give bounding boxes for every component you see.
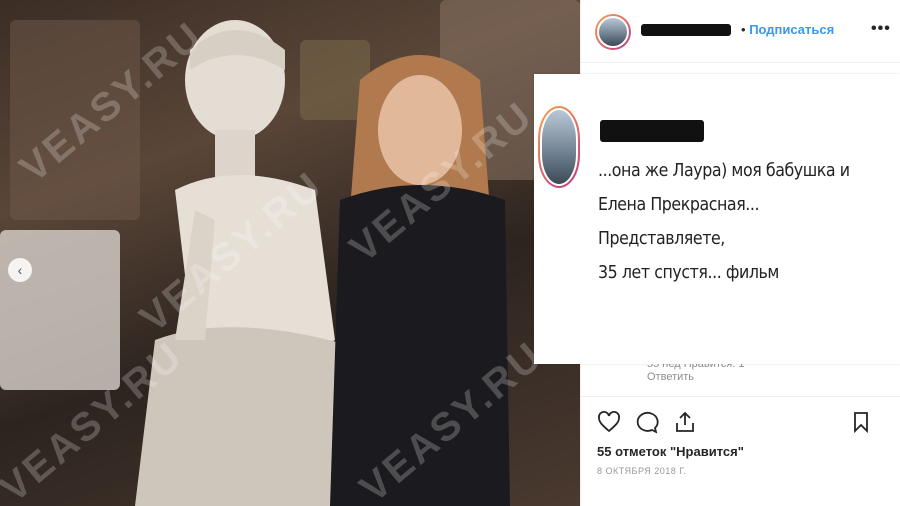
follow-button[interactable]: • Подписаться	[741, 22, 834, 37]
heart-icon[interactable]	[595, 408, 623, 436]
separator-dot: •	[741, 22, 746, 37]
likes-count[interactable]: 55 отметок "Нравится"	[597, 444, 744, 459]
comment-icon[interactable]	[633, 408, 661, 436]
follow-label: Подписаться	[749, 22, 835, 37]
more-options-icon[interactable]: •••	[871, 20, 891, 38]
share-icon[interactable]	[671, 408, 699, 436]
reply-link[interactable]: Ответить	[647, 371, 694, 383]
bookmark-icon[interactable]	[847, 408, 875, 436]
divider	[581, 396, 900, 397]
comment-line: ...она же Лаура) моя бабушка и	[598, 160, 850, 181]
redacted-commenter-name	[600, 120, 704, 142]
chevron-left-icon: ‹	[17, 262, 23, 278]
commenter-avatar[interactable]	[538, 106, 580, 188]
comment-text: ...она же Лаура) моя бабушка и Елена Пре…	[598, 154, 853, 290]
background-shelf	[0, 230, 120, 390]
comment-card: ...она же Лаура) моя бабушка и Елена Пре…	[534, 74, 900, 364]
post-header: • Подписаться •••	[581, 0, 900, 63]
background-shelf	[10, 20, 140, 220]
post-date: 8 ОКТЯБРЯ 2018 Г.	[597, 466, 687, 476]
previous-photo-button[interactable]: ‹	[8, 258, 32, 282]
comment-line: 35 лет спустя⁠... фильм	[598, 262, 779, 283]
redacted-username	[641, 24, 731, 36]
comment-line: Елена Прекрасная... Представляете,	[598, 194, 760, 249]
post-photo[interactable]: ‹ VEASY.RU VEASY.RU VEASY.RU VEASY.RU VE…	[0, 0, 580, 506]
author-avatar[interactable]	[595, 14, 631, 50]
woman-figure	[330, 55, 510, 506]
